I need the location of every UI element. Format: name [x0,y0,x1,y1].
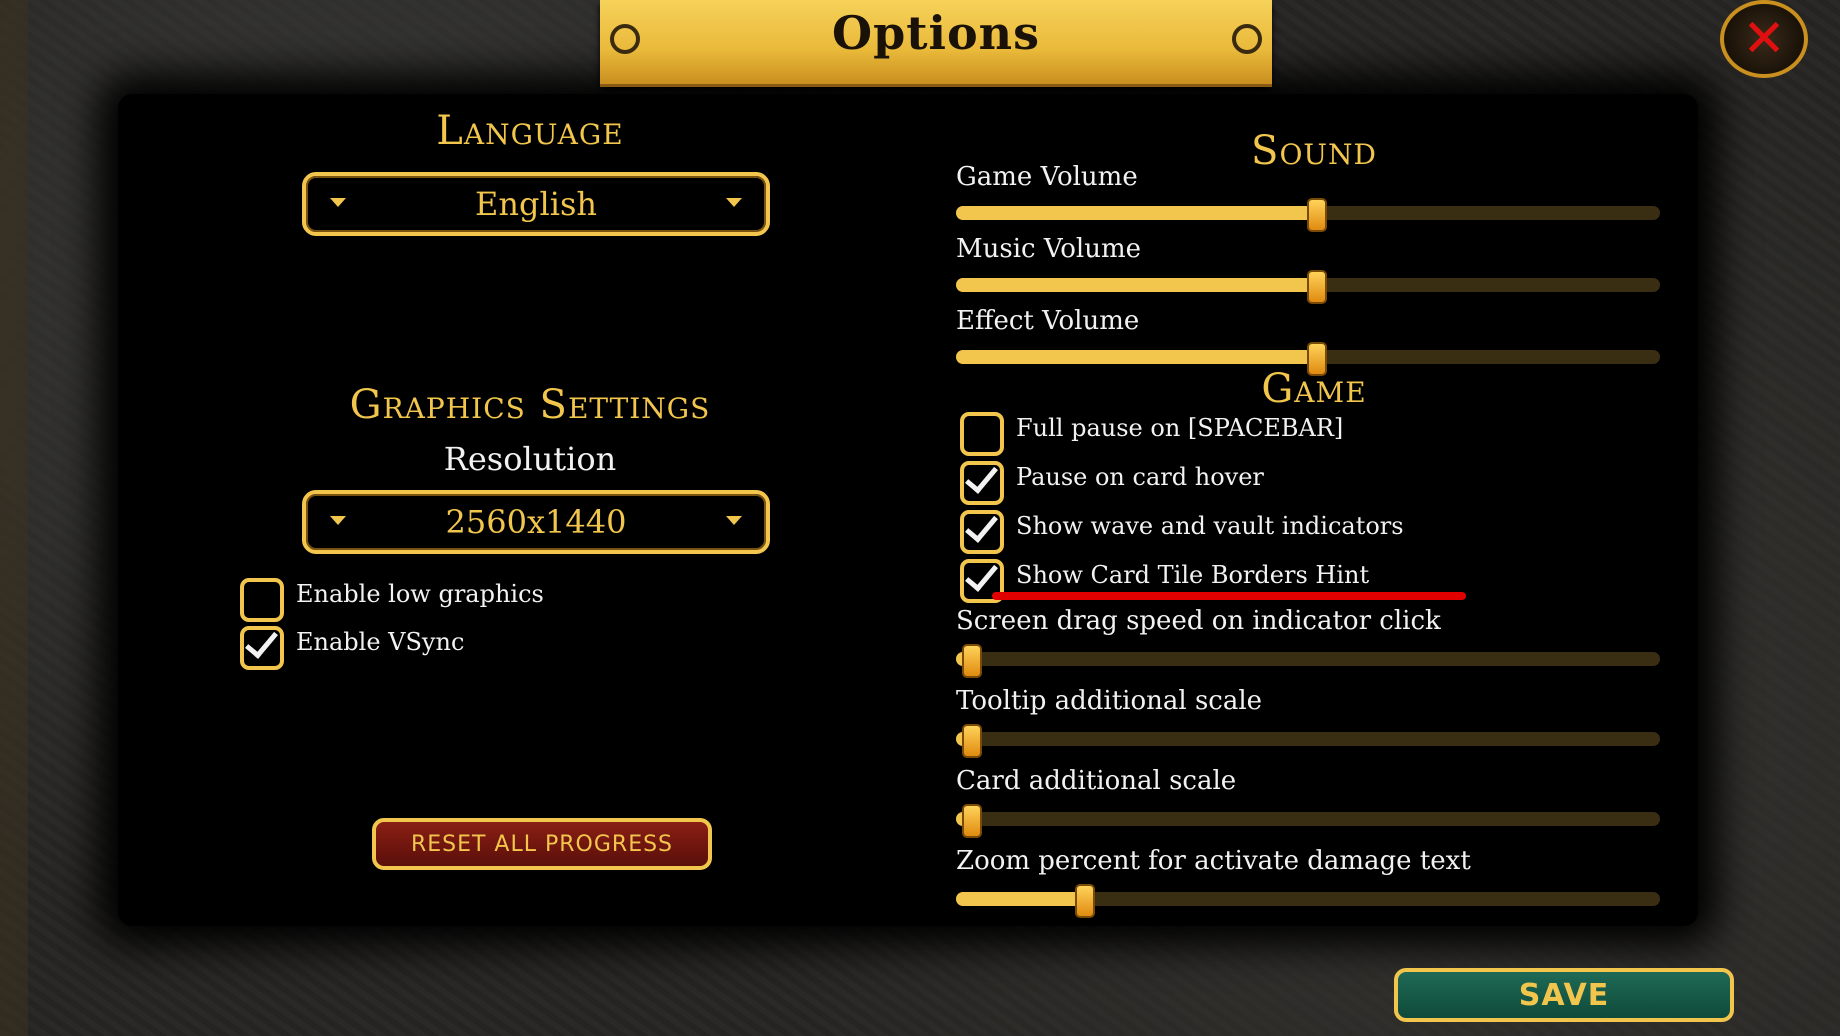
slider-fill [956,278,1316,292]
slider-handle[interactable] [1074,884,1095,918]
card-hover-pause-label: Pause on card hover [1016,463,1264,491]
slider-handle[interactable] [962,724,983,758]
chevron-down-icon [330,198,346,207]
game-volume-slider[interactable] [956,198,1660,232]
game-volume-label: Game Volume [956,162,1138,192]
chevron-down-icon [726,198,742,207]
vsync-label: Enable VSync [296,628,465,656]
slider-handle[interactable] [1307,270,1328,304]
low-graphics-label: Enable low graphics [296,580,544,608]
close-icon: ✕ [1742,9,1786,69]
card-borders-hint-label: Show Card Tile Borders Hint [1016,561,1370,589]
tooltip-scale-label: Tooltip additional scale [956,686,1263,716]
sound-title: Sound [1251,128,1377,174]
damage-text-zoom-slider[interactable] [956,884,1660,918]
save-button[interactable]: SAVE [1394,968,1734,1022]
slider-fill [956,350,1316,364]
card-scale-label: Card additional scale [956,766,1237,796]
slider-handle[interactable] [962,644,983,678]
card-scale-slider[interactable] [956,804,1660,838]
resolution-dropdown[interactable]: 2560x1440 [302,490,770,554]
slider-fill [956,206,1316,220]
game-title: Game [1261,366,1367,412]
spacebar-pause-label: Full pause on [SPACEBAR] [1016,414,1344,442]
close-button[interactable]: ✕ [1720,0,1808,78]
vsync-checkbox[interactable] [240,626,284,670]
title-plaque: Options [600,0,1272,87]
frame-edge [0,0,28,1036]
chevron-down-icon [726,516,742,525]
tooltip-scale-slider[interactable] [956,724,1660,758]
resolution-value: 2560x1440 [445,503,627,541]
red-underline-annotation [992,592,1466,600]
damage-text-zoom-label: Zoom percent for activate damage text [956,846,1471,876]
low-graphics-checkbox[interactable] [240,578,284,622]
language-value: English [475,185,597,223]
window-title: Options [832,6,1040,60]
music-volume-slider[interactable] [956,270,1660,304]
chevron-down-icon [330,516,346,525]
drag-speed-slider[interactable] [956,644,1660,678]
graphics-title: Graphics Settings [349,382,711,428]
slider-handle[interactable] [1307,198,1328,232]
slider-fill [956,892,1083,906]
card-hover-pause-checkbox[interactable] [960,461,1004,505]
wave-indicators-checkbox[interactable] [960,510,1004,554]
effect-volume-slider[interactable] [956,342,1660,376]
language-dropdown[interactable]: English [302,172,770,236]
language-title: Language [436,108,624,154]
reset-progress-button[interactable]: RESET ALL PROGRESS [372,818,712,870]
wave-indicators-label: Show wave and vault indicators [1016,512,1404,540]
slider-handle[interactable] [962,804,983,838]
effect-volume-label: Effect Volume [956,306,1140,336]
resolution-label: Resolution [443,440,617,478]
drag-speed-label: Screen drag speed on indicator click [956,606,1441,636]
music-volume-label: Music Volume [956,234,1141,264]
spacebar-pause-checkbox[interactable] [960,412,1004,456]
